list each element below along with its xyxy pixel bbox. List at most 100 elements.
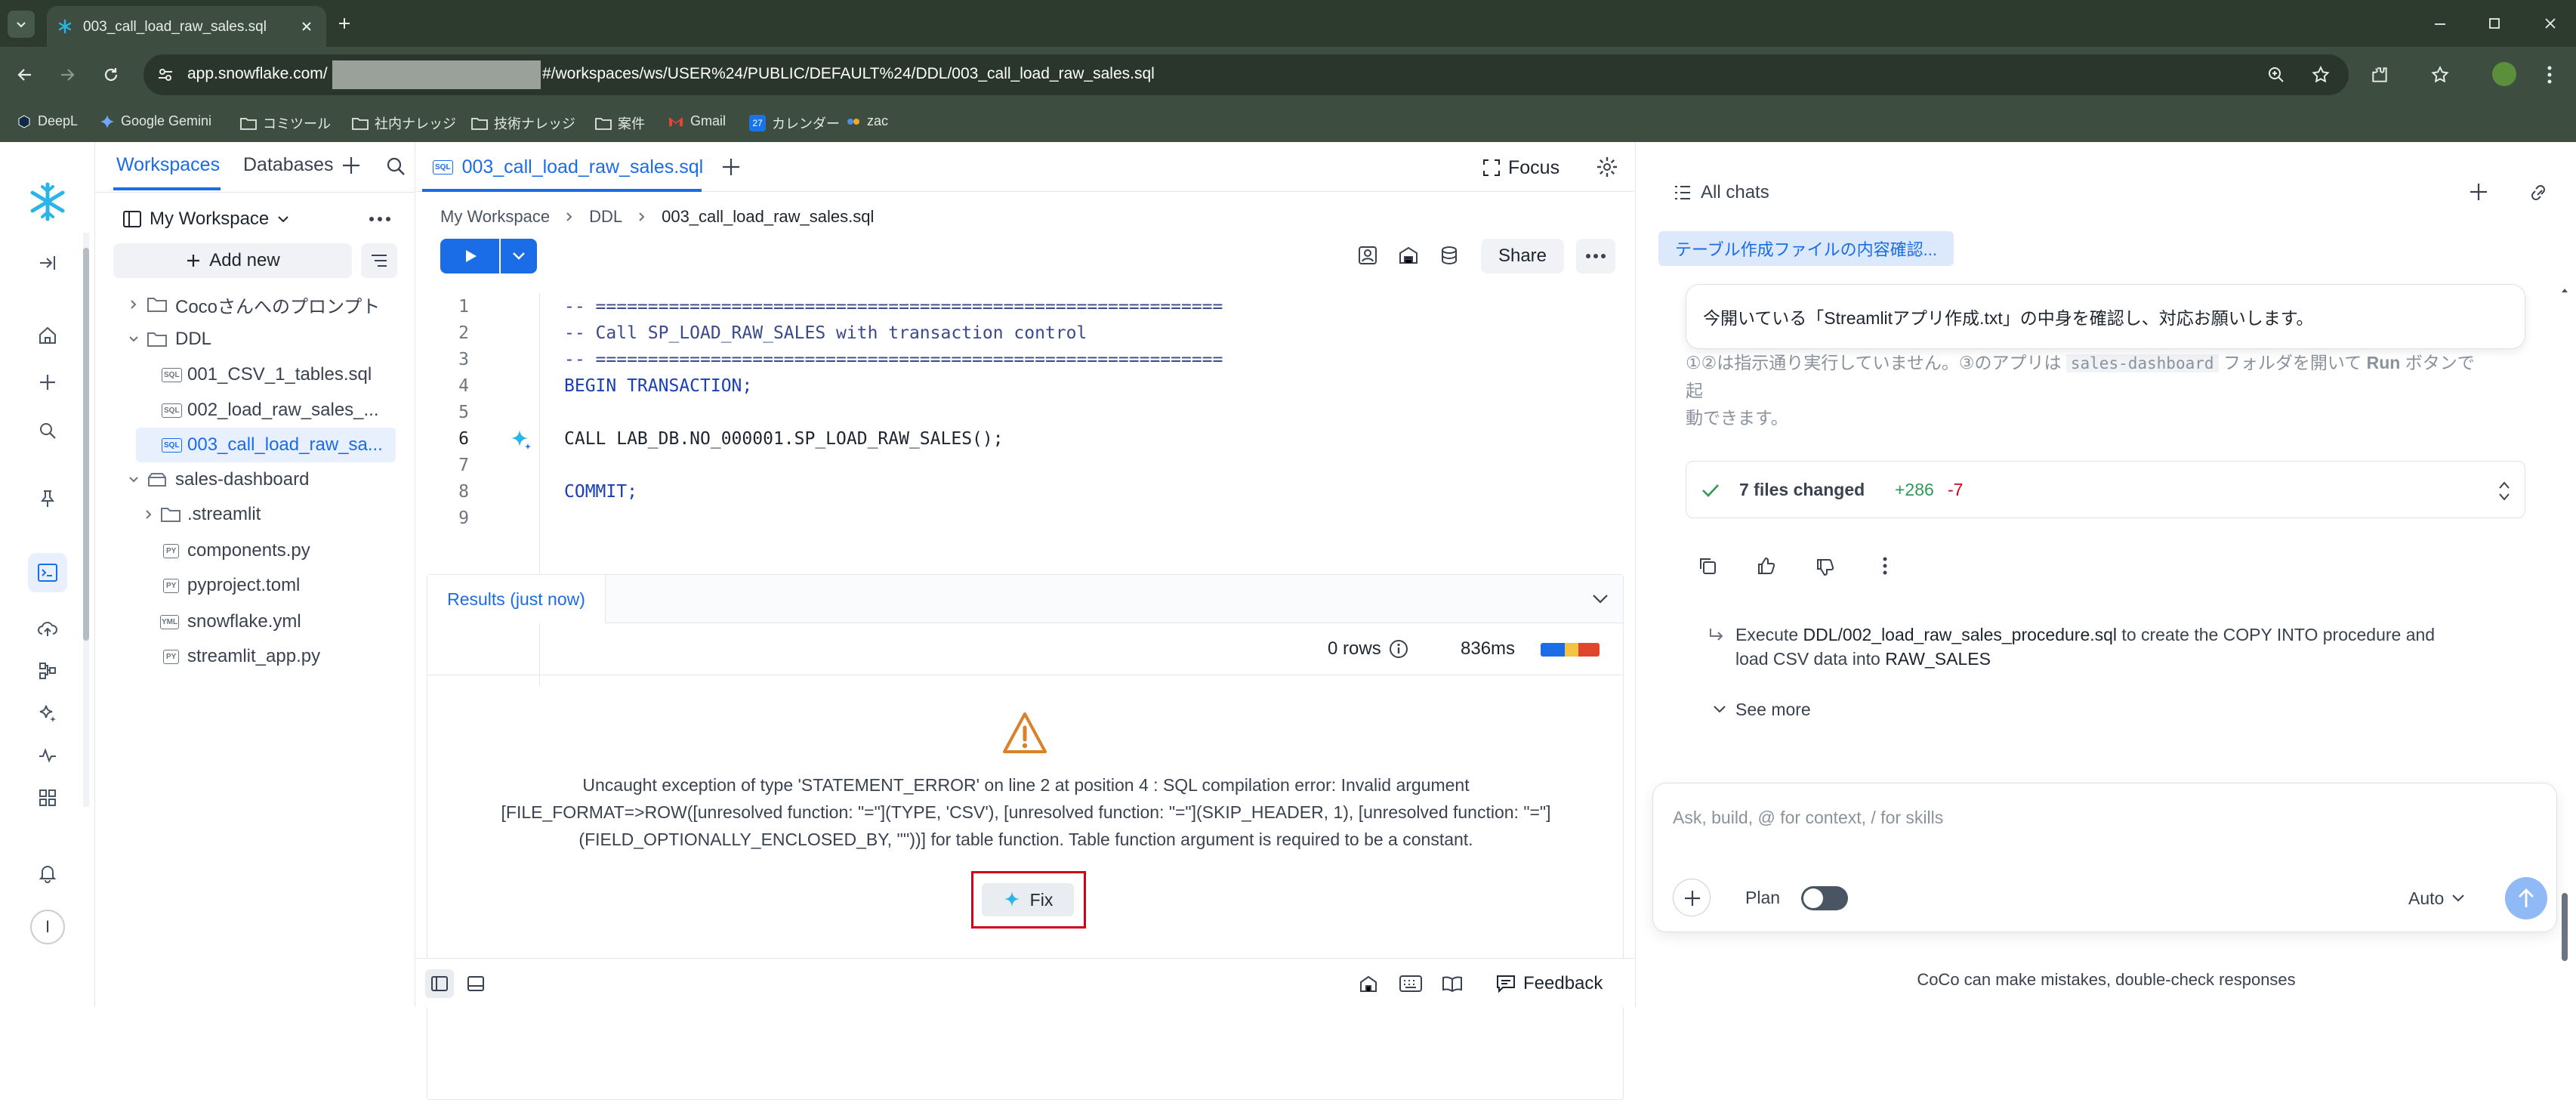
run-options-button[interactable] [501,239,537,273]
book-icon[interactable] [1442,975,1463,992]
tab-search-button[interactable] [8,11,35,38]
files-changed-card[interactable]: 7 files changed +286 -7 [1686,461,2525,518]
thumbs-down-icon[interactable] [1816,558,1835,577]
all-chats-button[interactable]: All chats [1674,180,1769,205]
tree-file-002[interactable]: SQL 002_load_raw_sales_... [95,393,415,428]
run-button[interactable] [440,239,499,273]
profile-avatar[interactable] [2492,62,2516,86]
bookmark-folder-2[interactable]: 社内ナレッジ [352,113,456,133]
nav-monitoring[interactable] [32,740,63,771]
zoom-icon[interactable] [2267,66,2285,84]
more-options-icon[interactable] [369,216,391,222]
breadcrumb-folder[interactable]: DDL [589,207,622,227]
tree-file-001[interactable]: SQL 001_CSV_1_tables.sql [95,357,415,392]
new-tab-plus-icon[interactable] [720,156,742,178]
scroll-up-icon[interactable] [2560,286,2569,295]
extensions-icon[interactable] [2370,65,2389,85]
warehouse-icon[interactable] [1398,245,1419,266]
thumbs-up-icon[interactable] [1757,556,1776,576]
nav-notifications[interactable] [32,858,63,888]
nav-search[interactable] [32,416,63,446]
copy-icon[interactable] [1698,556,1717,576]
feedback-button[interactable]: Feedback [1496,971,1603,996]
keyboard-icon[interactable] [1399,975,1422,992]
nav-ai[interactable] [32,698,63,728]
tree-repo-sales-dashboard[interactable]: sales-dashboard [95,462,415,497]
nav-transform[interactable] [32,656,63,686]
site-info-icon[interactable] [157,66,174,83]
menu-dots-icon[interactable] [2547,65,2553,85]
tree-file-003-selected[interactable]: SQL 003_call_load_raw_sa... [136,428,396,462]
plus-icon[interactable] [340,154,362,177]
bottom-panel-icon[interactable] [467,976,484,991]
suggested-next-step[interactable]: Execute DDL/002_load_raw_sales_procedure… [1708,623,2539,671]
settings-gear-icon[interactable] [1596,156,1618,178]
bookmark-gmail[interactable]: Gmail [668,113,726,129]
bookmark-google-gemini[interactable]: Google Gemini [100,113,211,129]
duration-bar[interactable] [1541,643,1600,657]
share-button[interactable]: Share [1481,239,1564,273]
window-close-icon[interactable] [2544,17,2557,30]
bookmark-folder-4[interactable]: 案件 [595,113,645,133]
add-new-button[interactable]: Add new [113,243,352,278]
home-warehouse-icon[interactable] [1359,974,1378,993]
see-more-button[interactable]: See more [1713,698,1811,721]
chevron-down-icon[interactable] [1592,593,1609,605]
search-icon[interactable] [385,156,406,177]
nav-data[interactable] [32,613,63,644]
chat-title-chip[interactable]: テーブル作成ファイルの内容確認... [1658,231,1954,266]
link-icon[interactable] [2528,183,2550,202]
new-chat-plus-icon[interactable] [2468,181,2489,202]
info-icon[interactable] [1389,639,1408,659]
scroll-thumb[interactable] [2562,893,2568,961]
tree-file-pyproject[interactable]: PY pyproject.toml [95,568,415,603]
bookmark-star-icon[interactable] [2311,65,2331,85]
user-role-icon[interactable] [1357,245,1378,266]
back-arrow-icon[interactable] [17,66,33,83]
breadcrumb-workspace[interactable]: My Workspace [440,207,550,227]
database-icon[interactable] [1439,245,1460,266]
workspace-selector[interactable]: My Workspace [122,202,290,236]
tree-file-snowflake-yml[interactable]: YML snowflake.yml [95,604,415,639]
nav-marketplace[interactable] [32,783,63,813]
nav-pinned[interactable] [32,484,63,514]
forward-arrow-icon[interactable] [59,66,76,83]
nav-home[interactable] [32,320,63,351]
toggle-sidebar-button[interactable] [425,969,454,998]
more-options-icon[interactable] [1882,556,1888,576]
bookmark-calendar[interactable]: 27 カレンダー [749,113,840,133]
favorites-icon[interactable] [2430,65,2450,85]
minimize-icon[interactable] [2433,17,2447,31]
tree-folder-ddl[interactable]: DDL [95,322,415,357]
bookmark-folder-3[interactable]: 技術ナレッジ [471,113,575,133]
plan-toggle[interactable] [1801,886,1848,910]
close-icon[interactable] [301,20,313,32]
ai-sparkle-icon[interactable] [510,428,532,451]
sort-button[interactable] [361,243,397,278]
chat-scrollbar[interactable] [2560,286,2569,966]
tree-file-streamlit-app[interactable]: PY streamlit_app.py [95,639,415,674]
send-button[interactable] [2505,877,2547,919]
reload-icon[interactable] [103,66,119,83]
browser-tab-active[interactable]: 003_call_load_raw_sales.sql [47,6,326,47]
focus-button[interactable]: Focus [1482,153,1559,183]
address-bar[interactable]: app.snowflake.com/ #/workspaces/ws/USER%… [143,54,2349,95]
attach-button[interactable] [1673,879,1711,916]
fix-button[interactable]: Fix [982,883,1074,916]
editor-more-button[interactable] [1576,239,1615,273]
results-tab[interactable]: Results (just now) [427,575,606,623]
rail-scrollbar[interactable] [83,233,89,807]
expand-sidebar-button[interactable] [32,248,63,278]
nav-create[interactable] [32,367,63,397]
nav-projects[interactable] [28,553,67,592]
tree-file-components[interactable]: PY components.py [95,533,415,568]
user-avatar[interactable]: I [30,910,65,944]
bookmark-deepl[interactable]: DeepL [17,113,78,129]
model-selector[interactable]: Auto [2408,886,2465,910]
tree-folder-streamlit[interactable]: .streamlit [95,497,415,532]
tree-folder-coco-prompts[interactable]: Cocoさんへのプロンプト [95,287,415,322]
tab-databases[interactable]: Databases [243,154,334,176]
chat-input[interactable]: Ask, build, @ for context, / for skills [1673,808,1943,828]
tab-workspaces[interactable]: Workspaces [116,154,220,176]
editor-tab-active[interactable]: SQL 003_call_load_raw_sales.sql [422,142,703,192]
